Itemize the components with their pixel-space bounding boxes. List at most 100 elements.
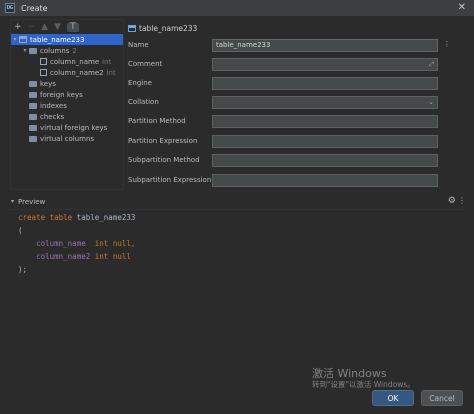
subpartition-method-label: Subpartition Method xyxy=(128,156,200,164)
form-row-engine: Engine xyxy=(128,76,466,90)
code-keyword: int null xyxy=(94,239,131,248)
tree-item-columns[interactable]: ▾ columns 2 xyxy=(11,45,123,56)
form-row-partition-expression: Partition Expression xyxy=(128,134,466,148)
chevron-down-icon[interactable]: ▾ xyxy=(21,47,29,54)
folder-icon xyxy=(29,80,37,87)
column-type: int xyxy=(102,57,112,66)
engine-label: Engine xyxy=(128,79,152,87)
table-icon xyxy=(128,25,136,32)
name-field[interactable]: table_name233 xyxy=(212,38,438,52)
preview-title: Preview xyxy=(18,197,46,206)
subpartition-expression-label: Subpartition Expression xyxy=(128,176,212,184)
gear-icon[interactable]: ⚙ xyxy=(448,196,456,206)
tree-item-label: indexes xyxy=(40,101,67,110)
folder-icon xyxy=(29,91,37,98)
partition-expression-field[interactable] xyxy=(212,134,438,148)
chevron-down-icon: ⌄ xyxy=(428,97,434,106)
column-name: column_name2 xyxy=(50,68,104,77)
app-icon: DG xyxy=(5,3,15,13)
code-keyword: create table xyxy=(18,213,73,222)
code-punct: ); xyxy=(18,265,28,274)
more-options-icon[interactable]: ⋮ xyxy=(442,40,452,50)
form-row-subpartition-method: Subpartition Method xyxy=(128,153,466,167)
tree-item-label: checks xyxy=(40,112,65,121)
code-identifier: table_name233 xyxy=(72,213,136,222)
folder-icon xyxy=(29,47,37,54)
code-line: create table table_name233 xyxy=(18,213,135,224)
folder-icon xyxy=(29,135,37,142)
dialog-footer: OK Cancel xyxy=(0,388,474,414)
folder-icon xyxy=(29,113,37,120)
sql-preview-editor[interactable]: create table table_name233 ( column_name… xyxy=(10,209,464,384)
code-line: ( xyxy=(18,226,23,237)
name-label: Name xyxy=(128,41,149,49)
column-name: column_name xyxy=(50,57,100,66)
form-row-subpartition-expression: Subpartition Expression xyxy=(128,173,466,187)
add-icon[interactable]: + xyxy=(14,22,22,32)
tree-item-foreign-keys[interactable]: foreign keys xyxy=(11,89,123,100)
table-icon xyxy=(19,36,27,43)
column-icon xyxy=(40,58,47,65)
comment-field[interactable]: ⤢ xyxy=(212,57,438,71)
chevron-down-icon[interactable]: ▾ xyxy=(11,36,19,43)
folder-icon xyxy=(29,124,37,131)
code-punct: , xyxy=(130,239,136,248)
tree-item-label: columns xyxy=(40,46,70,55)
collation-label: Collation xyxy=(128,98,159,106)
more-icon[interactable]: ⋮ xyxy=(458,196,466,205)
window-title: Create xyxy=(21,3,48,13)
tree-item-column[interactable]: column_name2 int xyxy=(11,67,123,78)
tree-item-virtual-foreign-keys[interactable]: virtual foreign keys xyxy=(11,122,123,133)
collation-select[interactable]: ⌄ xyxy=(212,95,438,109)
tree-item-label: keys xyxy=(40,79,56,88)
tree-item-label: table_name233 xyxy=(30,35,85,44)
tree-toolbar: + − ▲ ▼ ⊤ xyxy=(11,20,123,34)
close-icon[interactable]: ✕ xyxy=(458,2,466,13)
move-up-icon[interactable]: ▲ xyxy=(41,22,48,32)
column-type: int xyxy=(106,68,116,77)
code-line: column_name2 int null xyxy=(18,252,131,263)
cancel-button[interactable]: Cancel xyxy=(421,390,463,406)
folder-icon xyxy=(29,102,37,109)
form-row-partition-method: Partition Method xyxy=(128,114,466,128)
filter-icon[interactable]: ⊤ xyxy=(66,22,79,32)
partition-method-field[interactable] xyxy=(212,114,438,128)
tree-item-indexes[interactable]: indexes xyxy=(11,100,123,111)
code-identifier: column_name xyxy=(36,239,95,248)
expand-icon[interactable]: ⤢ xyxy=(429,59,434,70)
move-down-icon[interactable]: ▼ xyxy=(54,22,61,32)
code-line: column_name int null, xyxy=(18,239,135,250)
tree-item-column[interactable]: column_name int xyxy=(11,56,123,67)
tab-table[interactable]: table_name233 xyxy=(128,24,197,33)
ok-button[interactable]: OK xyxy=(372,390,414,406)
column-icon xyxy=(40,69,47,76)
code-punct: ( xyxy=(18,226,23,235)
tab-label: table_name233 xyxy=(139,24,198,33)
code-identifier: column_name2 xyxy=(36,252,95,261)
engine-field[interactable] xyxy=(212,76,438,90)
tree-item-label: virtual columns xyxy=(40,134,95,143)
columns-count: 2 xyxy=(72,46,77,55)
remove-icon[interactable]: − xyxy=(28,22,36,32)
preview-header[interactable]: ▾ Preview ⚙ ⋮ xyxy=(0,195,474,208)
subpartition-method-field[interactable] xyxy=(212,153,438,167)
tree-item-label: virtual foreign keys xyxy=(40,123,108,132)
editor-gutter xyxy=(10,210,16,385)
tree-item-table[interactable]: ▾ table_name233 xyxy=(11,34,123,45)
subpartition-expression-field[interactable] xyxy=(212,173,438,187)
partition-expression-label: Partition Expression xyxy=(128,137,198,145)
tree-item-virtual-columns[interactable]: virtual columns xyxy=(11,133,123,144)
structure-tree-panel: + − ▲ ▼ ⊤ ▾ table_name233 ▾ columns 2 co… xyxy=(10,19,124,190)
tree-item-label: foreign keys xyxy=(40,90,83,99)
code-keyword: int null xyxy=(94,252,131,261)
form-row-comment: Comment ⤢ xyxy=(128,57,466,71)
comment-label: Comment xyxy=(128,60,163,68)
tree-item-checks[interactable]: checks xyxy=(11,111,123,122)
code-line: ); xyxy=(18,265,27,276)
tree-item-keys[interactable]: keys xyxy=(11,78,123,89)
partition-method-label: Partition Method xyxy=(128,117,186,125)
chevron-down-icon[interactable]: ▾ xyxy=(11,198,14,205)
title-bar: DG Create ✕ xyxy=(0,0,474,16)
